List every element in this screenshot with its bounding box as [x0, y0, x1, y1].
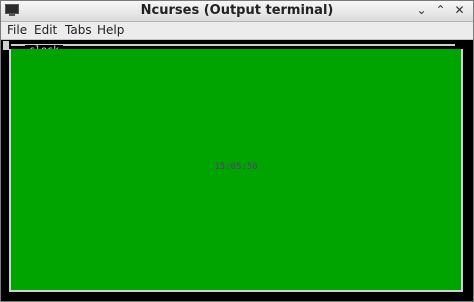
- title-bar[interactable]: Ncurses (Output terminal) ⌄ ⌃ ✕: [1, 1, 473, 22]
- clock-time: 15:05:56: [214, 162, 258, 172]
- menu-bar: File Edit Tabs Help: [1, 22, 473, 40]
- menu-help[interactable]: Help: [97, 23, 124, 37]
- menu-edit[interactable]: Edit: [34, 23, 57, 37]
- menu-tabs[interactable]: Tabs: [65, 23, 92, 37]
- maximize-button[interactable]: ⌃: [433, 3, 448, 18]
- close-button[interactable]: ✕: [452, 3, 467, 18]
- minimize-button[interactable]: ⌄: [414, 3, 429, 18]
- menu-file[interactable]: File: [7, 23, 27, 37]
- clock-panel: 15:05:56: [9, 49, 463, 292]
- terminal-area[interactable]: clock 15:05:56: [1, 40, 473, 301]
- clock-frame-top: clock: [11, 44, 455, 56]
- window-title: Ncurses (Output terminal): [140, 3, 334, 18]
- terminal-scrollbar[interactable]: [467, 40, 473, 301]
- terminal-window: Ncurses (Output terminal) ⌄ ⌃ ✕ File Edi…: [0, 0, 474, 302]
